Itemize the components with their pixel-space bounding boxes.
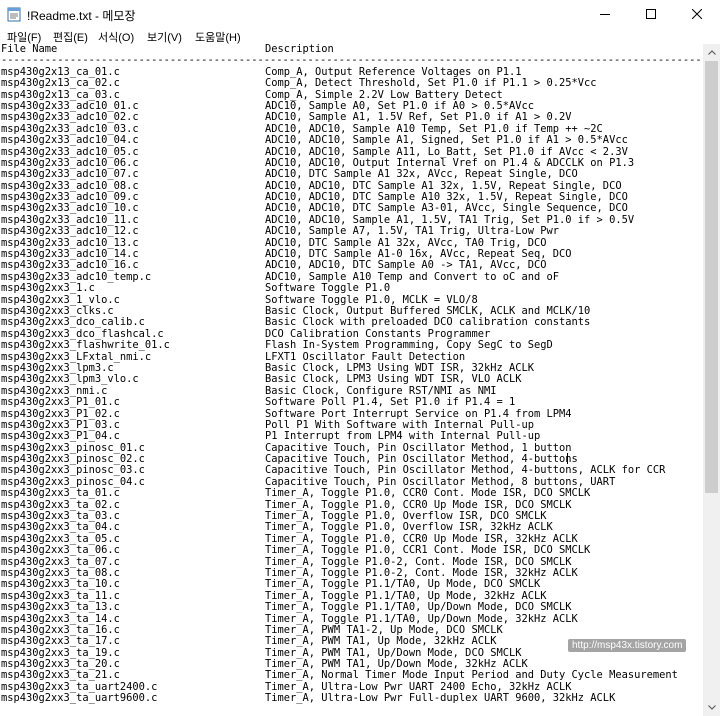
list-item: msp430g2xx3_P1_01.c Software Poll P1.4, S… (1, 396, 703, 409)
file-name: msp430g2x33_adc10_12.c (1, 225, 139, 238)
text-caret (567, 453, 568, 464)
file-name: msp430g2xx3_ta_uart9600.c (1, 692, 158, 705)
description: Comp_A, Detect Threshold, Set P1.0 if P1… (265, 77, 597, 90)
window-title: !Readme.txt - 메모장 (27, 9, 136, 23)
list-item: msp430g2xx3_ta_13.c Timer_A, Toggle P1.1/… (1, 601, 703, 614)
scroll-thumb[interactable] (705, 61, 718, 493)
description: ADC10, ADC10, Sample A1, Signed, Set P1.… (265, 134, 628, 147)
description: Timer_A, Ultra-Low Pwr Full-duplex UART … (265, 692, 616, 705)
list-item: msp430g2xx3_ta_01.c Timer_A, Toggle P1.0,… (1, 487, 703, 500)
list-item: msp430g2xx3_ta_uart9600.c Timer_A, Ultra-… (1, 692, 703, 705)
text-content: File Name Description ------------------… (1, 44, 703, 705)
vertical-scrollbar[interactable] (703, 44, 720, 716)
file-name: msp430g2xx3_flashwrite_01.c (1, 339, 170, 352)
text-editor-area[interactable]: File Name Description ------------------… (0, 44, 703, 716)
description: Timer_A, Toggle P1.0, CCR1 Cont. Mode IS… (265, 544, 591, 557)
description: ADC10, DTC Sample A1 32x, AVcc, Repeat S… (265, 168, 578, 181)
description: P1 Interrupt from LPM4 with Internal Pul… (265, 430, 541, 443)
list-item: msp430g2x33_adc10_07.c ADC10, DTC Sample … (1, 168, 703, 181)
menu-file[interactable]: 파일(F) (7, 29, 41, 45)
description: Timer_A, Toggle P1.0, CCR0 Cont. Mode IS… (265, 487, 591, 500)
close-button[interactable] (674, 0, 720, 28)
scroll-up-button[interactable] (703, 44, 720, 61)
close-icon (692, 9, 702, 19)
list-item: msp430g2x13_ca_02.c Comp_A, Detect Thresh… (1, 77, 703, 90)
description: Timer_A, Toggle P1.1/TA0, Up/Down Mode, … (265, 601, 572, 614)
maximize-icon (646, 9, 656, 19)
list-item: msp430g2xx3_ta_06.c Timer_A, Toggle P1.0,… (1, 544, 703, 557)
file-name: msp430g2xx3_ta_06.c (1, 544, 120, 557)
description: Flash In-System Programming, Copy SegC t… (265, 339, 553, 352)
list-item: msp430g2xx3_lpm3_vlo.c Basic Clock, LPM3 … (1, 373, 703, 385)
file-name: msp430g2xx3_1.c (1, 282, 95, 295)
watermark: http://msp43x.tistory.com (568, 639, 687, 652)
description: ADC10, Sample A7, 1.5V, TA1 Trig, Ultra-… (265, 225, 560, 238)
description: Software Toggle P1.0 (265, 282, 391, 295)
file-name: msp430g2xx3_ta_01.c (1, 487, 120, 500)
list-item: msp430g2x33_adc10_12.c ADC10, Sample A7, … (1, 225, 703, 238)
scroll-down-arrow-icon (707, 705, 716, 710)
file-name: msp430g2xx3_P1_01.c (1, 396, 120, 409)
file-name: msp430g2x13_ca_02.c (1, 77, 120, 90)
minimize-button[interactable] (582, 0, 628, 28)
scroll-up-arrow-icon (707, 50, 716, 55)
file-name: msp430g2xx3_ta_17.c (1, 635, 120, 648)
list-item: msp430g2x33_adc10_04.c ADC10, ADC10, Samp… (1, 134, 703, 147)
file-name: msp430g2xx3_ta_13.c (1, 601, 120, 614)
scroll-down-button[interactable] (703, 699, 720, 716)
maximize-button[interactable] (628, 0, 674, 28)
file-name: msp430g2x33_adc10_07.c (1, 168, 139, 181)
menu-bar: 파일(F) 편집(E) 서식(O) 보기(V) 도움말(H) (0, 28, 720, 44)
menu-edit[interactable]: 편집(E) (53, 29, 88, 45)
menu-format[interactable]: 서식(O) (98, 29, 134, 45)
title-bar[interactable]: !Readme.txt - 메모장 (0, 0, 720, 28)
menu-help[interactable]: 도움말(H) (195, 29, 241, 45)
description: Software Poll P1.4, Set P1.0 if P1.4 = 1 (265, 396, 516, 409)
menu-view[interactable]: 보기(V) (147, 29, 182, 45)
file-name: msp430g2x33_adc10_04.c (1, 134, 139, 147)
list-item: msp430g2xx3_flashwrite_01.c Flash In-Syst… (1, 339, 703, 352)
minimize-icon (600, 14, 610, 15)
list-item: msp430g2xx3_1.c Software Toggle P1.0 (1, 282, 703, 295)
description: Timer_A, PWM TA1, Up Mode, 32kHz ACLK (265, 635, 497, 648)
file-name: msp430g2xx3_P1_04.c (1, 430, 120, 443)
list-item: msp430g2xx3_P1_04.c P1 Interrupt from LPM… (1, 430, 703, 443)
notepad-icon (7, 7, 21, 22)
